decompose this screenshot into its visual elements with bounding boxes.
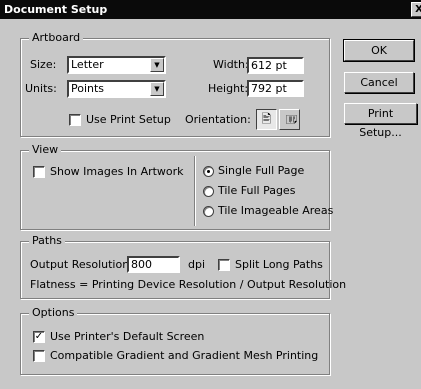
paths-legend: Paths <box>29 234 65 247</box>
portrait-orientation-button[interactable]: 🖹 <box>256 109 277 130</box>
use-print-setup-label[interactable]: Use Print Setup <box>86 113 171 127</box>
options-legend: Options <box>29 306 78 319</box>
units-label: Units: <box>25 82 57 95</box>
use-default-screen-checkbox[interactable]: ✓ <box>33 331 45 343</box>
window-title: Document Setup <box>4 3 108 16</box>
options-group: Options <box>20 306 330 375</box>
document-setup-dialog: Document Setup X Artboard Size: Letter ▼… <box>0 0 421 389</box>
single-full-page-radio[interactable] <box>203 166 214 177</box>
use-default-screen-label[interactable]: Use Printer's Default Screen <box>50 330 204 344</box>
view-divider <box>194 156 195 226</box>
tile-imageable-areas-radio[interactable] <box>203 206 214 217</box>
checkmark-icon: ✓ <box>34 331 44 342</box>
compatible-gradient-checkbox[interactable] <box>33 350 45 362</box>
landscape-orientation-button[interactable]: 🖹 <box>279 109 300 130</box>
chevron-down-icon[interactable]: ▼ <box>150 82 164 96</box>
size-label: Size: <box>30 58 57 71</box>
show-images-checkbox[interactable] <box>33 166 45 178</box>
tile-full-pages-radio[interactable] <box>203 186 214 197</box>
show-images-label[interactable]: Show Images In Artwork <box>50 165 184 179</box>
use-print-setup-checkbox[interactable] <box>69 114 81 126</box>
compatible-gradient-label[interactable]: Compatible Gradient and Gradient Mesh Pr… <box>50 349 318 363</box>
height-field[interactable]: 792 pt <box>247 80 304 97</box>
single-full-page-label[interactable]: Single Full Page <box>218 164 304 178</box>
size-select-value: Letter <box>71 58 104 71</box>
orientation-label: Orientation: <box>185 113 251 126</box>
output-resolution-label: Output Resolution: <box>30 258 133 271</box>
chevron-down-icon[interactable]: ▼ <box>150 58 164 72</box>
portrait-icon: 🖹 <box>261 112 272 126</box>
close-icon[interactable]: X <box>411 2 421 17</box>
artboard-legend: Artboard <box>29 31 84 44</box>
width-field[interactable]: 612 pt <box>247 57 304 74</box>
width-label: Width: <box>213 58 249 71</box>
ok-button[interactable]: OK <box>343 39 415 62</box>
print-setup-button[interactable]: Print Setup... <box>344 103 417 139</box>
flatness-text: Flatness = Printing Device Resolution / … <box>30 278 347 291</box>
size-select[interactable]: Letter ▼ <box>67 56 166 74</box>
split-long-paths-checkbox[interactable] <box>218 259 230 271</box>
units-select[interactable]: Points ▼ <box>67 80 166 98</box>
dpi-label: dpi <box>188 258 206 271</box>
output-resolution-field[interactable]: 800 <box>127 256 180 273</box>
split-long-paths-label[interactable]: Split Long Paths <box>235 258 323 272</box>
tile-full-pages-label[interactable]: Tile Full Pages <box>218 184 295 198</box>
view-legend: View <box>29 143 62 156</box>
tile-imageable-areas-label[interactable]: Tile Imageable Areas <box>218 204 333 218</box>
landscape-icon: 🖹 <box>283 114 297 125</box>
height-label: Height: <box>208 82 249 95</box>
units-select-value: Points <box>71 82 105 95</box>
title-bar: Document Setup X <box>0 0 421 19</box>
cancel-button[interactable]: Cancel <box>344 72 414 93</box>
